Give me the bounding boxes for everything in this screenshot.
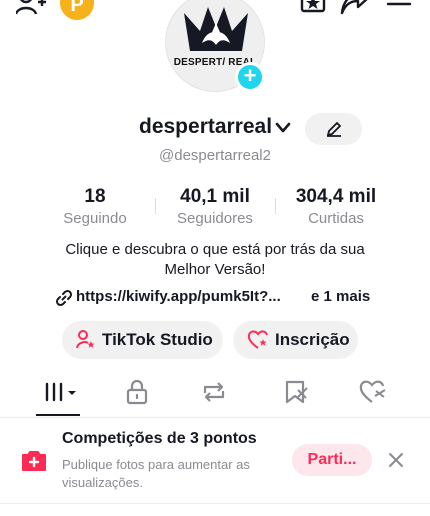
- participate-button[interactable]: Parti...: [292, 444, 372, 476]
- content-tabs: [0, 374, 430, 418]
- stat-value: 40,1 mil: [180, 186, 250, 207]
- tab-liked[interactable]: [358, 378, 388, 411]
- person-star-icon: [76, 330, 95, 349]
- coin-icon[interactable]: P: [60, 0, 94, 20]
- stat-value: 304,4 mil: [295, 186, 377, 207]
- stat-value: 18: [84, 186, 106, 207]
- repost-icon: [203, 382, 225, 402]
- user-handle: @despertarreal2: [159, 147, 271, 164]
- bookmark-star-icon[interactable]: [300, 0, 328, 20]
- bio: Clique e descubra o que está por trás da…: [0, 240, 430, 280]
- stat-followers[interactable]: 40,1 mil Seguidores: [166, 186, 264, 227]
- stats-row: 18 Seguindo 40,1 mil Seguidores 304,4 mi…: [0, 186, 430, 230]
- bio-line: Melhor Versão!: [164, 261, 266, 278]
- close-icon[interactable]: [388, 452, 404, 473]
- bio-link-row[interactable]: https://kiwify.app/pumk5It?... e 1 mais: [0, 287, 430, 307]
- heart-hidden-icon: [359, 380, 386, 403]
- stat-label: Curtidas: [308, 210, 364, 227]
- profile-avatar[interactable]: DESPERT/ REAL +: [165, 0, 265, 92]
- tab-active-underline: [36, 414, 80, 416]
- subscription-label: Inscrição: [275, 330, 350, 349]
- pencil-icon: [326, 122, 341, 137]
- bookmark-eye-icon: [285, 380, 308, 404]
- stat-likes[interactable]: 304,4 mil Curtidas: [284, 186, 388, 227]
- coin-letter: P: [70, 0, 84, 16]
- tiktok-studio-button[interactable]: TikTok Studio: [62, 321, 223, 359]
- username[interactable]: despertarreal: [139, 115, 272, 139]
- bio-link[interactable]: https://kiwify.app/pumk5It?...: [76, 288, 281, 305]
- stat-divider: [155, 198, 156, 214]
- tab-videos[interactable]: [44, 378, 80, 411]
- tab-favorites[interactable]: [282, 378, 310, 411]
- subscription-button[interactable]: Inscrição: [233, 321, 358, 359]
- tab-private[interactable]: [124, 378, 150, 411]
- hamburger-menu-icon[interactable]: [386, 0, 412, 19]
- edit-profile-button[interactable]: [305, 113, 362, 145]
- chevron-down-icon[interactable]: [275, 121, 291, 139]
- bio-line: Clique e descubra o que está por trás da…: [65, 241, 365, 258]
- stat-label: Seguidores: [177, 210, 253, 227]
- banner-subtitle: Publique fotos para aumentar as visualiz…: [62, 457, 250, 490]
- competition-banner: Competições de 3 pontos Publique fotos p…: [0, 420, 430, 502]
- add-friend-icon[interactable]: [14, 0, 46, 21]
- more-links[interactable]: e 1 mais: [311, 288, 370, 305]
- stat-following[interactable]: 18 Seguindo: [58, 186, 132, 227]
- stat-label: Seguindo: [63, 210, 127, 227]
- heart-star-icon: [247, 330, 268, 349]
- share-icon[interactable]: [340, 0, 370, 20]
- name-row: despertarreal: [0, 113, 430, 145]
- lock-icon: [126, 379, 148, 405]
- banner-title: Competições de 3 pontos: [62, 430, 257, 447]
- tiktok-studio-label: TikTok Studio: [102, 330, 213, 349]
- divider: [0, 503, 430, 504]
- stat-divider: [275, 198, 276, 214]
- grid-icon: [45, 382, 76, 402]
- add-avatar-plus-icon[interactable]: +: [235, 62, 265, 92]
- link-icon: [55, 289, 73, 312]
- photo-plus-icon: [20, 449, 48, 478]
- tab-reposts[interactable]: [200, 378, 228, 411]
